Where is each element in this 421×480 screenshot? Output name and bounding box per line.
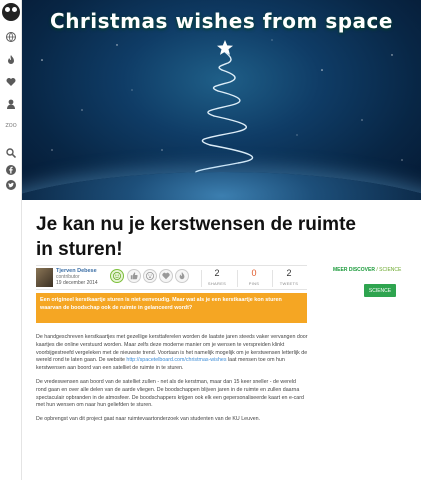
reaction-fire-button[interactable] [175,269,189,283]
spacetelboard-link[interactable]: http://spacetelboard.com/christmas-wishe… [126,357,226,363]
shares-counter[interactable]: 2 SHARES [202,268,232,286]
publish-date: 19 december 2014 [56,280,98,286]
paragraph-text: De vredeswensen aan boord van de satelli… [36,378,304,409]
shares-label: SHARES [207,281,227,286]
tweets-counter[interactable]: 2 TWEETS [274,268,304,286]
shares-count: 2 [214,268,220,278]
pins-count: 0 [251,268,257,278]
breadcrumb-discover[interactable]: MEER DISCOVER [333,267,375,273]
fire-icon [179,272,185,280]
twitter-icon[interactable] [5,179,17,191]
body-paragraph: De vredeswensen aan boord van de satelli… [36,379,308,410]
thumbs-up-icon [130,272,138,280]
meta-divider [237,270,238,287]
pins-counter[interactable]: 0 PINS [239,268,269,286]
smile-icon [113,272,121,280]
heart-icon[interactable] [5,76,17,88]
reaction-wow-button[interactable] [143,269,157,283]
side-nav-rail: ZOO [0,0,22,480]
user-icon[interactable] [5,98,17,110]
meta-divider [272,270,273,287]
author-avatar[interactable] [36,268,53,287]
article-meta-bar: Tjerven Debese contributor 19 december 2… [36,265,307,290]
tweets-label: TWEETS [279,281,299,286]
lead-text: Een origineel kerstkaartje sturen is nie… [40,297,282,312]
body-paragraph: De handgeschreven kerstkaartjes met geze… [36,334,308,373]
tweets-count: 2 [286,268,292,278]
hero-title: Christmas wishes from space [50,9,393,33]
hero-image: Christmas wishes from space [22,0,421,200]
site-logo[interactable] [2,3,20,21]
globe-icon[interactable] [5,31,17,43]
paragraph-text: De opbrengst van dit project gaat naar r… [36,416,261,423]
reaction-love-button[interactable] [159,269,173,283]
article-lead: Een origineel kerstkaartje sturen is nie… [36,293,307,323]
search-icon[interactable] [5,147,17,159]
article-title: Je kan nu je kerstwensen de ruimte in st… [36,214,356,260]
article-body: De handgeschreven kerstkaartjes met geze… [36,334,308,430]
category-breadcrumb: MEER DISCOVER / SCIENCE [333,267,401,273]
pins-label: PINS [248,281,260,286]
zoo-label[interactable]: ZOO [2,123,20,129]
science-category-button[interactable]: SCIENCE [364,284,396,297]
love-icon [162,272,170,280]
breadcrumb-science[interactable]: SCIENCE [379,267,401,273]
reaction-like-button[interactable] [127,269,141,283]
reaction-smile-button[interactable] [110,269,124,283]
flame-icon[interactable] [5,54,17,66]
facebook-icon[interactable] [5,164,17,176]
wow-icon [146,272,154,280]
body-paragraph: De opbrengst van dit project gaat naar r… [36,416,308,424]
